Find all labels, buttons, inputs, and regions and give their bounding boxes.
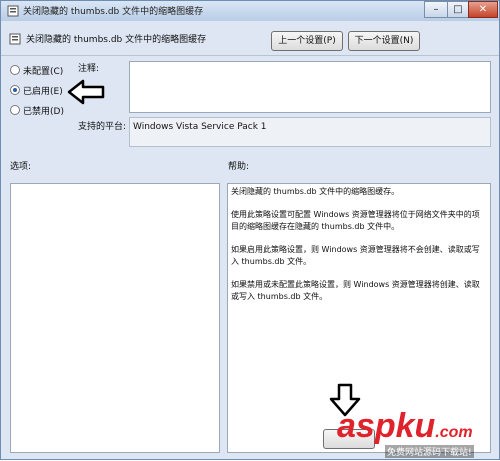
- help-paragraph: 如果禁用或未配置此策略设置，则 Windows 资源管理器将创建、读取或写入 t…: [231, 280, 480, 301]
- radio-circle[interactable]: [10, 105, 20, 115]
- comment-label: 注释:: [78, 64, 100, 74]
- radio-disabled[interactable]: 已禁用(D): [10, 103, 64, 117]
- left-arrow-icon: [67, 79, 105, 105]
- close-button[interactable]: ✕: [468, 1, 498, 18]
- options-section-label: 选项:: [10, 162, 32, 172]
- window-title: 关闭隐藏的 thumbs.db 文件中的缩略图缓存: [23, 7, 204, 17]
- supported-platform-value: Windows Vista Service Pack 1: [129, 117, 491, 147]
- policy-setting-icon: [9, 33, 21, 45]
- title-bar[interactable]: 关闭隐藏的 thumbs.db 文件中的缩略图缓存 – □ ✕: [1, 1, 499, 21]
- radio-not-configured[interactable]: 未配置(C): [10, 63, 63, 77]
- help-section-label: 帮助:: [228, 162, 250, 172]
- policy-icon: [7, 5, 19, 17]
- watermark-brand: aspku.com: [337, 407, 473, 445]
- minimize-button[interactable]: –: [424, 1, 448, 18]
- radio-label: 未配置(C): [23, 66, 64, 77]
- radio-circle[interactable]: [10, 65, 20, 75]
- watermark-subtitle: 免费网站源码下载站!: [385, 445, 474, 458]
- help-paragraph: 关闭隐藏的 thumbs.db 文件中的缩略图缓存。: [231, 187, 400, 196]
- radio-label: 已禁用(D): [23, 106, 64, 117]
- policy-name: 关闭隐藏的 thumbs.db 文件中的缩略图缓存: [26, 35, 207, 45]
- radio-enabled[interactable]: 已启用(E): [10, 83, 63, 97]
- radio-label: 已启用(E): [23, 86, 63, 97]
- next-setting-button[interactable]: 下一个设置(N): [348, 31, 420, 51]
- policy-header: 关闭隐藏的 thumbs.db 文件中的缩略图缓存 上一个设置(P) 下一个设置…: [1, 21, 499, 55]
- comment-textarea[interactable]: [129, 61, 491, 113]
- help-paragraph: 如果启用此策略设置，则 Windows 资源管理器将不会创建、读取或写入 thu…: [231, 245, 480, 266]
- header-divider: [1, 55, 499, 56]
- help-paragraph: 使用此策略设置可配置 Windows 资源管理器将位于网络文件夹中的项目的缩略图…: [231, 210, 480, 231]
- previous-setting-button[interactable]: 上一个设置(P): [271, 31, 343, 51]
- maximize-button[interactable]: □: [447, 1, 469, 18]
- options-panel[interactable]: [10, 183, 220, 453]
- radio-circle[interactable]: [10, 85, 20, 95]
- supported-platform-label: 支持的平台:: [78, 122, 127, 132]
- watermark-logo: aspku.com 免费网站源码下载站!: [329, 405, 500, 461]
- policy-dialog: 关闭隐藏的 thumbs.db 文件中的缩略图缓存 – □ ✕ 关闭隐藏的 th…: [0, 0, 500, 460]
